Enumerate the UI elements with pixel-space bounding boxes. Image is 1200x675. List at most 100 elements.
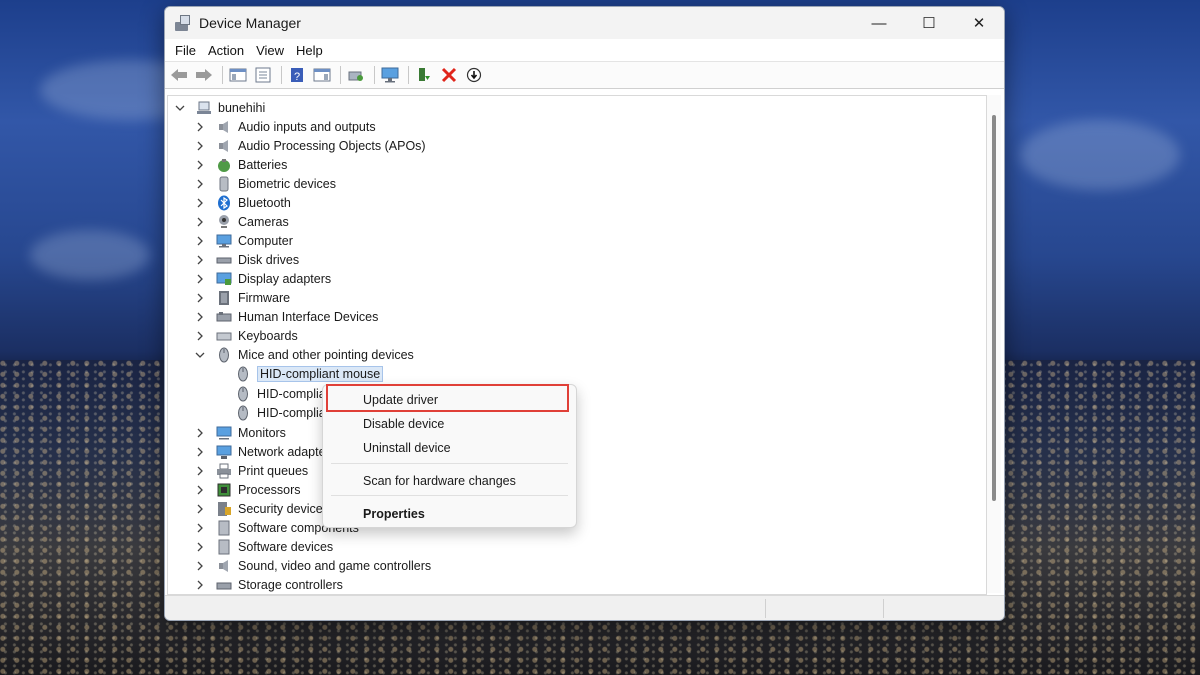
chevron-right-icon[interactable] xyxy=(194,254,206,266)
tree-item-audio-processing[interactable]: Audio Processing Objects (APOs) xyxy=(194,136,426,155)
tree-item-storage[interactable]: Storage controllers xyxy=(194,575,343,594)
tree-item-hid-mouse-2[interactable]: HID-complia xyxy=(235,384,326,403)
tree-item-print-queues[interactable]: Print queues xyxy=(194,461,308,480)
tree-item-label: Bluetooth xyxy=(238,195,291,210)
vertical-scrollbar[interactable] xyxy=(987,95,1001,593)
window-title: Device Manager xyxy=(199,15,301,31)
chevron-right-icon[interactable] xyxy=(194,273,206,285)
tree-root[interactable]: bunehihi xyxy=(174,98,265,117)
title-bar[interactable]: Device Manager — ☐ ✕ xyxy=(165,7,1004,39)
tree-item-display-adapters[interactable]: Display adapters xyxy=(194,269,331,288)
chevron-down-icon[interactable] xyxy=(174,102,186,114)
chevron-right-icon[interactable] xyxy=(194,216,206,228)
tree-item-audio-inputs[interactable]: Audio inputs and outputs xyxy=(194,117,376,136)
chevron-right-icon[interactable] xyxy=(194,579,206,591)
tree-item-firmware[interactable]: Firmware xyxy=(194,288,290,307)
tree-item-monitors[interactable]: Monitors xyxy=(194,423,286,442)
chevron-down-icon[interactable] xyxy=(194,349,206,361)
tree-item-sound-video[interactable]: Sound, video and game controllers xyxy=(194,556,431,575)
monitor-icon[interactable] xyxy=(379,65,401,85)
tree-item-hid-mouse-3[interactable]: HID-complia xyxy=(235,403,326,422)
chevron-right-icon[interactable] xyxy=(194,292,206,304)
menu-file[interactable]: File xyxy=(169,43,202,58)
update-driver-highlight-box xyxy=(326,384,569,412)
chevron-right-icon[interactable] xyxy=(194,541,206,553)
chevron-right-icon[interactable] xyxy=(194,235,206,247)
tree-item-batteries[interactable]: Batteries xyxy=(194,155,287,174)
speaker-icon xyxy=(216,558,232,574)
menu-item-properties[interactable]: Properties xyxy=(363,507,425,521)
menu-action[interactable]: Action xyxy=(202,43,250,58)
tree-item-hid[interactable]: Human Interface Devices xyxy=(194,307,378,326)
chevron-right-icon[interactable] xyxy=(194,159,206,171)
storage-controller-icon xyxy=(216,577,232,593)
chevron-right-icon[interactable] xyxy=(194,121,206,133)
battery-icon xyxy=(216,157,232,173)
menu-item-scan-hardware[interactable]: Scan for hardware changes xyxy=(363,474,516,488)
chevron-right-icon[interactable] xyxy=(194,560,206,572)
update-driver-icon[interactable] xyxy=(413,65,435,85)
software-device-icon xyxy=(216,539,232,555)
chevron-right-icon[interactable] xyxy=(194,522,206,534)
help-icon[interactable]: ? xyxy=(286,65,308,85)
chevron-right-icon[interactable] xyxy=(194,311,206,323)
toolbar-separator xyxy=(408,66,409,84)
close-button[interactable]: ✕ xyxy=(954,7,1004,39)
back-arrow-icon[interactable] xyxy=(168,65,190,85)
toolbar: ? xyxy=(165,61,1004,89)
tree-item-bluetooth[interactable]: Bluetooth xyxy=(194,193,291,212)
chevron-right-icon[interactable] xyxy=(194,465,206,477)
chevron-right-icon[interactable] xyxy=(194,446,206,458)
tree-item-computer[interactable]: Computer xyxy=(194,231,293,250)
menu-item-uninstall-device[interactable]: Uninstall device xyxy=(363,441,451,455)
minimize-button[interactable]: — xyxy=(854,7,904,39)
menu-view[interactable]: View xyxy=(250,43,290,58)
printer-icon xyxy=(216,463,232,479)
menu-help[interactable]: Help xyxy=(290,43,329,58)
tree-item-hid-mouse-1[interactable]: HID-compliant mouse xyxy=(235,364,384,383)
background-cloud xyxy=(30,230,150,280)
background-cloud xyxy=(1020,120,1180,190)
tree-item-label: Security devices xyxy=(238,501,330,516)
scrollbar-thumb[interactable] xyxy=(992,115,996,501)
chevron-right-icon[interactable] xyxy=(194,484,206,496)
tree-item-network[interactable]: Network adapte xyxy=(194,442,326,461)
tree-item-biometric[interactable]: Biometric devices xyxy=(194,174,336,193)
tree-item-disk-drives[interactable]: Disk drives xyxy=(194,250,299,269)
tree-item-label: Print queues xyxy=(238,463,309,478)
chevron-right-icon[interactable] xyxy=(194,178,206,190)
menu-bar: File Action View Help xyxy=(165,39,1004,61)
disable-device-icon[interactable] xyxy=(463,65,485,85)
maximize-button[interactable]: ☐ xyxy=(904,7,954,39)
tree-item-security[interactable]: Security devices xyxy=(194,499,329,518)
tree-item-label: HID-complia xyxy=(257,405,326,420)
tree-item-label: Batteries xyxy=(238,157,288,172)
tree-item-mice[interactable]: Mice and other pointing devices xyxy=(194,345,414,364)
scan-hardware-icon[interactable] xyxy=(345,65,367,85)
tree-item-software-devices[interactable]: Software devices xyxy=(194,537,333,556)
chevron-right-icon[interactable] xyxy=(194,503,206,515)
speaker-icon xyxy=(216,119,232,135)
tree-item-cameras[interactable]: Cameras xyxy=(194,212,289,231)
chevron-right-icon[interactable] xyxy=(194,330,206,342)
show-hide-action-pane-icon[interactable] xyxy=(311,65,333,85)
tree-item-processors[interactable]: Processors xyxy=(194,480,301,499)
uninstall-x-icon[interactable] xyxy=(438,65,460,85)
tree-item-label: HID-complia xyxy=(257,386,326,401)
toolbar-separator xyxy=(222,66,223,84)
show-hide-console-tree-icon[interactable] xyxy=(227,65,249,85)
menu-item-disable-device[interactable]: Disable device xyxy=(363,417,444,431)
disk-drive-icon xyxy=(216,252,232,268)
chevron-right-icon[interactable] xyxy=(194,427,206,439)
chevron-right-icon[interactable] xyxy=(194,140,206,152)
tree-item-keyboards[interactable]: Keyboards xyxy=(194,326,298,345)
forward-arrow-icon[interactable] xyxy=(193,65,215,85)
tree-item-label: Audio inputs and outputs xyxy=(238,119,376,134)
tree-item-label: Human Interface Devices xyxy=(238,309,379,324)
processor-icon xyxy=(216,482,232,498)
tree-item-label: Monitors xyxy=(238,425,286,440)
tree-item-label: Disk drives xyxy=(238,252,300,267)
chevron-right-icon[interactable] xyxy=(194,197,206,209)
properties-sheet-icon[interactable] xyxy=(252,65,274,85)
device-tree[interactable]: bunehihi Audio inputs and outputs Audio … xyxy=(167,95,987,595)
